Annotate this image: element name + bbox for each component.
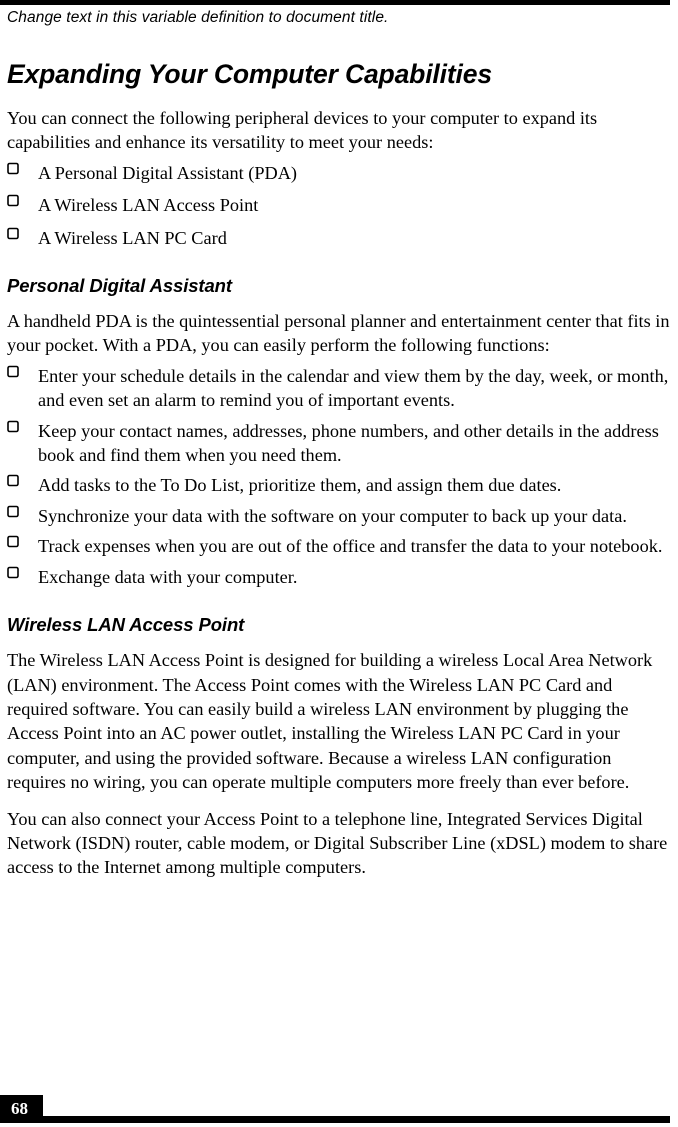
footer-rule [43, 1116, 670, 1123]
list-item: Synchronize your data with the software … [7, 504, 672, 528]
section-paragraph-access-point-internet: You can also connect your Access Point t… [7, 808, 668, 878]
page-number: 68 [11, 1099, 28, 1118]
hollow-square-bullet-icon [7, 535, 21, 548]
list-item-label: A Wireless LAN PC Card [38, 227, 227, 248]
hollow-square-bullet-icon [7, 194, 21, 207]
hollow-square-bullet-icon [7, 227, 21, 240]
list-item: A Wireless LAN Access Point [7, 193, 672, 217]
list-item: Keep your contact names, addresses, phon… [7, 419, 672, 468]
list-item: A Personal Digital Assistant (PDA) [7, 161, 672, 185]
section-heading-pda: Personal Digital Assistant [7, 275, 232, 297]
list-item-label: Enter your schedule details in the calen… [38, 365, 669, 411]
page-footer: 68 [0, 1095, 670, 1123]
running-header-note: Change text in this variable definition … [7, 9, 389, 26]
list-item: Track expenses when you are out of the o… [7, 534, 672, 558]
list-item-label: Track expenses when you are out of the o… [38, 536, 663, 557]
list-item: Enter your schedule details in the calen… [7, 364, 672, 413]
list-item: A Wireless LAN PC Card [7, 226, 672, 250]
section-intro-pda: A handheld PDA is the quintessential per… [7, 311, 670, 356]
hollow-square-bullet-icon [7, 474, 21, 487]
list-item: Add tasks to the To Do List, prioritize … [7, 473, 672, 497]
intro-bullet-list: A Personal Digital Assistant (PDA) A Wir… [7, 161, 672, 250]
hollow-square-bullet-icon [7, 566, 21, 579]
header-rule [0, 0, 670, 5]
hollow-square-bullet-icon [7, 420, 21, 433]
section-paragraph-access-point-overview: The Wireless LAN Access Point is designe… [7, 650, 653, 793]
page-title: Expanding Your Computer Capabilities [7, 59, 492, 89]
list-item-label: Synchronize your data with the software … [38, 505, 627, 526]
list-item-label: Exchange data with your computer. [38, 566, 298, 587]
intro-paragraph: You can connect the following peripheral… [7, 108, 598, 153]
list-item-label: A Personal Digital Assistant (PDA) [38, 162, 297, 183]
hollow-square-bullet-icon [7, 365, 21, 378]
hollow-square-bullet-icon [7, 162, 21, 175]
hollow-square-bullet-icon [7, 505, 21, 518]
page-content: Expanding Your Computer Capabilities You… [7, 58, 672, 892]
section-heading-wireless-lan-access-point: Wireless LAN Access Point [7, 614, 245, 636]
list-item-label: Keep your contact names, addresses, phon… [38, 420, 659, 466]
list-item: Exchange data with your computer. [7, 565, 672, 589]
pda-bullet-list: Enter your schedule details in the calen… [7, 364, 672, 589]
list-item-label: Add tasks to the To Do List, prioritize … [38, 475, 562, 496]
list-item-label: A Wireless LAN Access Point [38, 195, 259, 216]
